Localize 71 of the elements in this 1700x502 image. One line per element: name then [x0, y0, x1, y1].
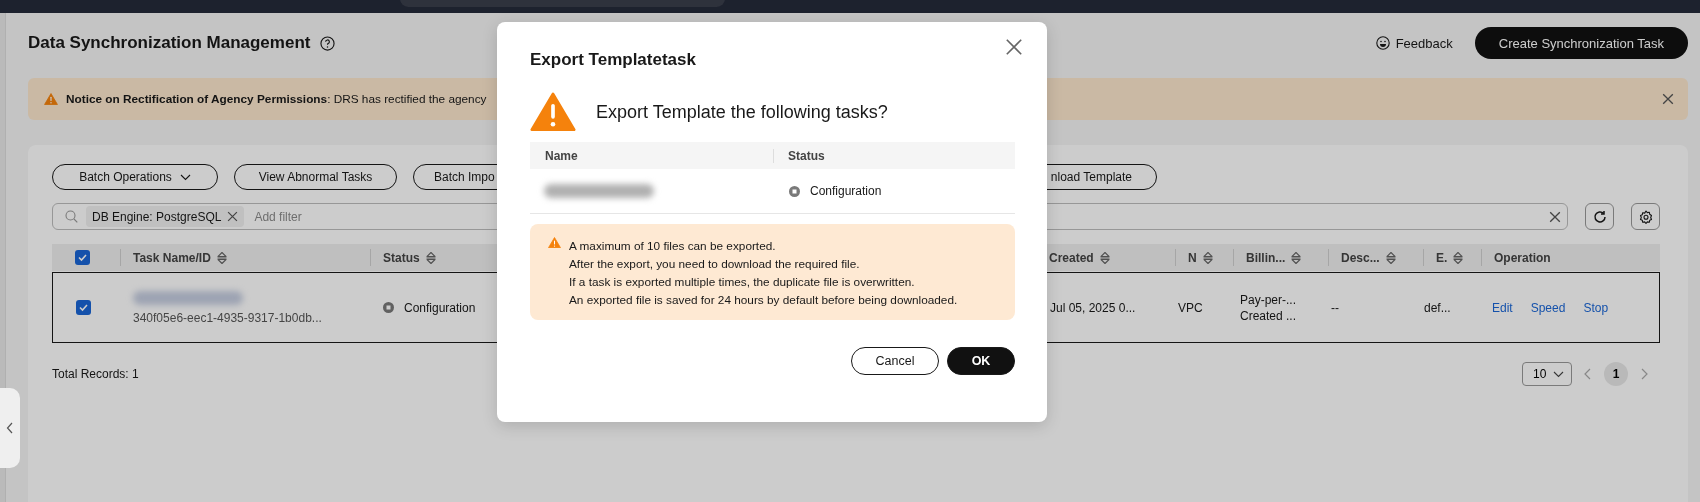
caret-icon — [179, 173, 191, 181]
notice-line: After the export, you need to download the required file. — [569, 256, 861, 273]
operation-link[interactable]: Edit — [1492, 300, 1513, 315]
notice-line: A maximum of 10 files can be exported. — [569, 238, 777, 255]
column-header[interactable]: Desc... — [1329, 250, 1396, 265]
table-cell-text: VPC — [1178, 300, 1204, 315]
notice-text: Notice on Rectification of Agency Permissions: DRS has rectified the agency — [66, 92, 488, 106]
close-icon[interactable] — [1005, 38, 1023, 56]
status-icon — [383, 302, 394, 313]
notice-line: If a task is exported multiple times, the duplicate file is overwritten. — [569, 274, 916, 291]
add-filter-input[interactable]: Add filter — [252, 208, 1541, 225]
table-cell-text: def... — [1424, 300, 1452, 315]
sidebar-toggle[interactable] — [0, 388, 20, 468]
refresh-button[interactable] — [1585, 203, 1614, 230]
settings-icon — [1638, 209, 1653, 224]
column-header[interactable]: Created — [1047, 250, 1110, 265]
column-header[interactable]: E. — [1424, 250, 1464, 265]
checkbox[interactable] — [75, 300, 91, 315]
status-text: Configuration — [810, 184, 882, 198]
caret-icon — [1553, 370, 1564, 378]
feedback-link[interactable]: Feedback — [1375, 35, 1453, 51]
help-icon[interactable] — [320, 35, 336, 51]
column-header: Name — [544, 148, 579, 163]
table-cell-text: Pay-per-... — [1240, 292, 1297, 307]
search-icon — [65, 210, 78, 223]
dialog-title: Export Templatetask — [530, 50, 697, 71]
refresh-icon — [1592, 209, 1607, 224]
filter-tag-label: DB Engine: PostgreSQL — [92, 209, 222, 224]
sort-icon[interactable] — [1202, 250, 1213, 265]
feedback-label[interactable]: Feedback — [1395, 35, 1453, 51]
page-number[interactable]: 1 — [1604, 362, 1628, 386]
toolbar-button[interactable]: View Abnormal Tasks — [234, 164, 397, 190]
table-cell-text: Jul 05, 2025 0... — [1050, 300, 1137, 315]
column-header: Status — [773, 148, 1015, 163]
warning-icon — [44, 92, 58, 106]
column-header[interactable]: N — [1176, 250, 1213, 265]
notice-line: An exported file is saved for 24 hours by default before being downloaded. — [569, 292, 958, 309]
sort-icon[interactable] — [1099, 250, 1110, 265]
checkbox[interactable] — [74, 250, 90, 265]
sort-icon[interactable] — [1453, 250, 1464, 265]
sort-icon[interactable] — [425, 250, 436, 265]
create-task-button[interactable]: Create Synchronization Task — [1474, 27, 1688, 59]
table-cell-text: -- — [1331, 300, 1340, 315]
chevron-left-icon — [6, 422, 14, 434]
warning-icon — [530, 91, 576, 133]
table-cell-text: Created ... — [1240, 308, 1298, 323]
page-size-select[interactable]: 10 — [1522, 362, 1572, 386]
close-icon[interactable] — [1662, 93, 1674, 105]
sort-icon[interactable] — [216, 250, 227, 265]
operation-link[interactable]: Speed — [1530, 300, 1566, 315]
warning-icon — [548, 237, 561, 249]
page-title: Data Synchronization Management — [28, 33, 311, 53]
smiley-icon — [1375, 36, 1390, 50]
remove-icon[interactable] — [227, 211, 239, 222]
toolbar-button[interactable]: Batch Operations — [52, 164, 218, 190]
column-header: Operation — [1493, 250, 1551, 265]
column-header[interactable]: Status — [371, 250, 436, 265]
column-header[interactable]: Task Name/ID — [121, 250, 227, 265]
status-icon — [789, 185, 800, 197]
task-id: 340f05e6-eec1-4935-9317-1b0db... — [133, 310, 323, 325]
clear-icon[interactable] — [1549, 210, 1561, 223]
sort-icon[interactable] — [1291, 250, 1302, 265]
cancel-button[interactable]: Cancel — [851, 347, 939, 375]
settings-button[interactable] — [1631, 203, 1660, 230]
operation-link[interactable]: Stop — [1583, 300, 1609, 315]
sort-icon[interactable] — [1385, 250, 1396, 265]
total-records: Total Records: 1 — [52, 367, 139, 381]
ok-button[interactable]: OK — [947, 347, 1015, 375]
column-header[interactable]: Billin... — [1234, 250, 1302, 265]
status-text: Configuration — [404, 300, 476, 315]
dialog-question: Export Template the following tasks? — [596, 101, 888, 123]
